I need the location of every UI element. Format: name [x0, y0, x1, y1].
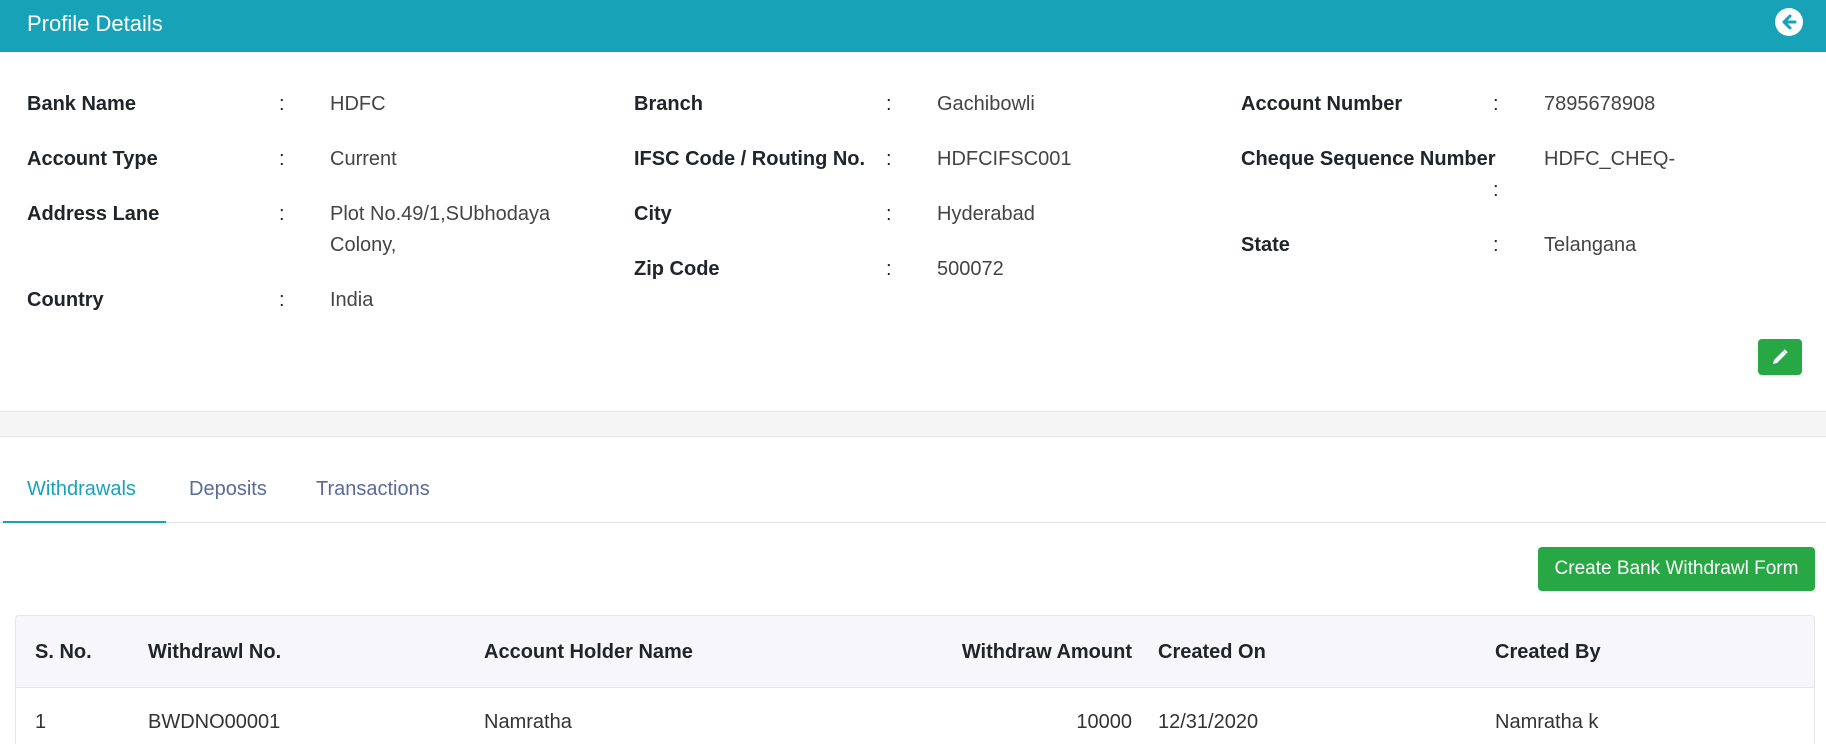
- field-colon: :: [886, 203, 892, 225]
- field-account-type: Account Type : Current: [27, 144, 607, 175]
- field-colon: :: [886, 148, 892, 170]
- field-colon: :: [279, 148, 285, 170]
- field-value-line1: Plot No.49/1,SUbhodaya: [330, 203, 551, 225]
- tab-withdrawals[interactable]: Withdrawals: [3, 466, 166, 523]
- cell-created-on: 12/31/2020: [1158, 711, 1259, 733]
- field-zip-code: Zip Code : 500072: [634, 254, 1214, 285]
- field-label: Country: [27, 289, 104, 311]
- column-header-account-holder: Account Holder Name: [484, 641, 693, 663]
- column-header-created-on: Created On: [1158, 641, 1266, 663]
- column-header-sno: S. No.: [35, 641, 92, 663]
- field-label: Cheque Sequence Number: [1241, 148, 1496, 170]
- edit-profile-button[interactable]: [1758, 339, 1802, 375]
- field-colon: :: [886, 258, 892, 280]
- field-country: Country : India: [27, 285, 607, 316]
- field-colon: :: [1493, 179, 1499, 201]
- field-value: Gachibowli: [937, 93, 1035, 115]
- field-value: Hyderabad: [937, 203, 1035, 225]
- field-cheque-sequence: Cheque Sequence Number : HDFC_CHEQ-: [1241, 144, 1801, 206]
- field-ifsc-code: IFSC Code / Routing No. : HDFCIFSC001: [634, 144, 1214, 175]
- tab-transactions[interactable]: Transactions: [316, 466, 430, 523]
- field-label: IFSC Code / Routing No.: [634, 148, 866, 170]
- field-colon: :: [1493, 234, 1499, 256]
- field-label: Branch: [634, 93, 703, 115]
- back-button[interactable]: [1775, 8, 1803, 36]
- withdrawals-table: S. No. Withdrawl No. Account Holder Name…: [15, 615, 1815, 744]
- profile-details-panel: Bank Name : HDFC Account Type : Current …: [0, 52, 1826, 412]
- field-colon: :: [886, 93, 892, 115]
- column-header-withdrawl-no: Withdrawl No.: [148, 641, 282, 663]
- field-branch: Branch : Gachibowli: [634, 89, 1214, 120]
- field-value: Telangana: [1544, 234, 1637, 256]
- field-value: India: [330, 289, 374, 311]
- field-value-line2: Colony,: [330, 234, 397, 256]
- tab-bar: Withdrawals Deposits Transactions: [0, 466, 1826, 523]
- field-label: Account Type: [27, 148, 158, 170]
- arrow-left-circle-icon: [1782, 14, 1797, 30]
- field-colon: :: [279, 93, 285, 115]
- field-colon: :: [279, 289, 285, 311]
- field-value: HDFC_CHEQ-: [1544, 148, 1676, 170]
- cell-sno: 1: [35, 711, 47, 733]
- page-title: Profile Details: [27, 11, 163, 36]
- column-header-withdraw-amount: Withdraw Amount: [961, 641, 1132, 663]
- column-header-created-by: Created By: [1495, 641, 1601, 663]
- pencil-icon: [1773, 349, 1788, 364]
- field-label: Zip Code: [634, 258, 720, 280]
- section-divider: [0, 411, 1826, 437]
- field-label: Bank Name: [27, 93, 136, 115]
- field-city: City : Hyderabad: [634, 199, 1214, 230]
- field-account-number: Account Number : 7895678908: [1241, 89, 1801, 120]
- field-label: Account Number: [1241, 93, 1403, 115]
- field-colon: :: [1493, 93, 1499, 115]
- field-bank-name: Bank Name : HDFC: [27, 89, 607, 120]
- cell-withdrawl-no: BWDNO00001: [148, 711, 281, 733]
- field-label: Address Lane: [27, 203, 160, 225]
- field-value: 7895678908: [1544, 93, 1656, 115]
- field-colon: :: [279, 203, 285, 225]
- field-state: State : Telangana: [1241, 230, 1801, 261]
- tab-deposits[interactable]: Deposits: [189, 466, 267, 523]
- field-value: 500072: [937, 258, 1004, 280]
- field-address-lane: Address Lane : Plot No.49/1,SUbhodaya Co…: [27, 199, 607, 261]
- field-label: State: [1241, 234, 1290, 256]
- field-value: HDFCIFSC001: [937, 148, 1072, 170]
- cell-withdraw-amount: 10000: [1076, 711, 1132, 733]
- page-header: Profile Details: [0, 0, 1826, 52]
- field-label: City: [634, 203, 672, 225]
- field-value: Current: [330, 148, 397, 170]
- cell-created-by: Namratha k: [1495, 711, 1599, 733]
- create-withdrawal-form-button[interactable]: Create Bank Withdrawl Form: [1538, 547, 1815, 591]
- cell-account-holder: Namratha: [484, 711, 572, 733]
- field-value: HDFC: [330, 93, 386, 115]
